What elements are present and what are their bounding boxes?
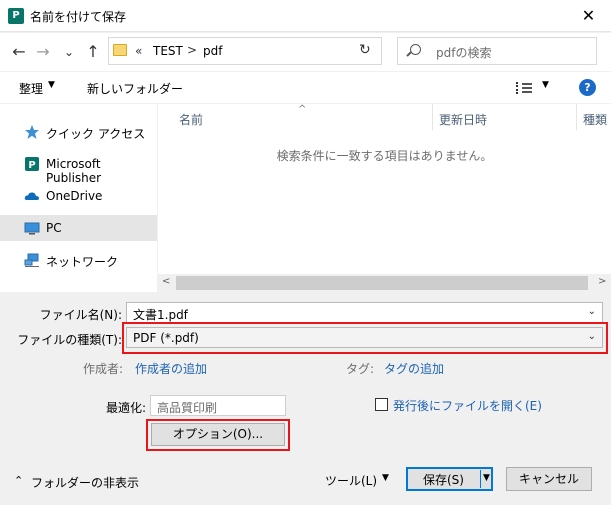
sidebar-item-microsoft-publisher[interactable]: P Microsoft Publisher [0, 151, 157, 185]
sidebar-item-label: PC [46, 221, 62, 235]
back-arrow-icon[interactable]: ← [10, 43, 28, 61]
svg-text:P: P [28, 160, 35, 171]
organize-dropdown-icon[interactable]: ▼ [48, 80, 55, 90]
scroll-left-icon[interactable]: < [162, 276, 170, 287]
optimize-select[interactable]: 高品質印刷 [150, 395, 286, 416]
filetype-label: ファイルの種類(T): [17, 333, 122, 347]
sidebar-item-pc[interactable]: PC [0, 215, 157, 241]
file-list-pane: ^ 名前 更新日時 種類 検索条件に一致する項目はありません。 < > [158, 104, 611, 292]
command-toolbar: 整理 ▼ 新しいフォルダー ▼ ? [0, 72, 611, 104]
empty-results-message: 検索条件に一致する項目はありません。 [276, 149, 493, 163]
filetype-dropdown-icon[interactable]: ⌄ [588, 331, 596, 342]
filename-input[interactable]: 文書1.pdf ⌄ [126, 302, 603, 323]
help-icon[interactable]: ? [579, 79, 596, 96]
column-divider[interactable] [432, 104, 433, 130]
column-divider[interactable] [576, 104, 577, 130]
pc-icon [24, 222, 40, 235]
options-button[interactable]: オプション(O)... [151, 423, 285, 446]
recent-locations-chevron-icon[interactable]: ⌄ [60, 43, 78, 61]
horizontal-scrollbar[interactable]: < > [158, 274, 611, 292]
add-tags-link[interactable]: タグの追加 [384, 360, 444, 377]
filename-label: ファイル名(N): [39, 308, 122, 322]
sidebar-item-network[interactable]: ネットワーク [0, 247, 157, 273]
refresh-icon[interactable]: ↻ [359, 42, 371, 58]
scroll-right-icon[interactable]: > [598, 276, 606, 287]
publisher-icon: P [25, 157, 39, 171]
title-bar: P 名前を付けて保存 ✕ [0, 0, 611, 32]
sort-ascending-icon: ^ [298, 104, 307, 115]
cloud-icon [24, 192, 39, 200]
sidebar-item-label: Microsoft Publisher [46, 157, 102, 185]
filename-history-dropdown-icon[interactable]: ⌄ [588, 306, 596, 317]
view-dropdown-icon[interactable]: ▼ [542, 80, 549, 90]
breadcrumb-separator-icon[interactable]: > [187, 43, 197, 57]
window-title: 名前を付けて保存 [30, 10, 127, 24]
forward-arrow-icon[interactable]: → [34, 43, 52, 61]
cancel-button[interactable]: キャンセル [506, 467, 592, 491]
view-details-icon[interactable] [516, 82, 532, 94]
search-input[interactable]: pdfの検索 [397, 37, 597, 65]
sidebar-item-quick-access[interactable]: クイック アクセス [0, 119, 157, 145]
tools-button[interactable]: ツール(L) [325, 472, 377, 489]
optimize-value: 高品質印刷 [157, 401, 218, 415]
network-icon [24, 253, 39, 267]
breadcrumb-overflow-icon[interactable]: « [135, 44, 142, 58]
hide-folders-button[interactable]: フォルダーの非表示 [31, 474, 139, 491]
sidebar-item-label: ネットワーク [46, 255, 119, 269]
search-placeholder: pdfの検索 [436, 46, 492, 60]
sidebar-item-label: OneDrive [46, 189, 103, 203]
author-label: 作成者: [82, 362, 123, 376]
scrollbar-thumb[interactable] [176, 276, 588, 290]
save-split-button[interactable]: 保存(S) ▼ [406, 467, 493, 491]
star-icon [25, 125, 39, 139]
organize-button[interactable]: 整理 [19, 80, 43, 97]
navigation-pane: クイック アクセス P Microsoft Publisher OneDrive… [0, 104, 157, 292]
open-after-publish-label[interactable]: 発行後にファイルを開く(E) [393, 397, 542, 414]
column-header-type[interactable]: 種類 [583, 111, 607, 128]
publisher-app-icon: P [8, 8, 24, 24]
up-arrow-icon[interactable]: ↑ [84, 43, 102, 61]
column-header-name[interactable]: 名前 [179, 111, 203, 128]
save-button[interactable]: 保存(S) [407, 471, 480, 488]
split-divider [480, 470, 481, 488]
column-header-modified[interactable]: 更新日時 [439, 111, 487, 128]
tools-dropdown-icon[interactable]: ▼ [382, 473, 389, 483]
filename-value: 文書1.pdf [133, 308, 188, 322]
hide-folders-chevron-icon[interactable]: ⌃ [14, 474, 23, 487]
sidebar-item-onedrive[interactable]: OneDrive [0, 183, 157, 209]
add-author-link[interactable]: 作成者の追加 [135, 360, 207, 377]
new-folder-button[interactable]: 新しいフォルダー [87, 80, 183, 97]
close-button[interactable]: ✕ [566, 0, 611, 32]
address-bar[interactable]: « TEST > pdf ↻ [108, 37, 382, 65]
filetype-select[interactable]: PDF (*.pdf) ⌄ [126, 327, 603, 348]
open-after-publish-checkbox[interactable] [375, 398, 388, 411]
search-icon [410, 44, 421, 55]
sidebar-item-label: クイック アクセス [46, 127, 146, 141]
tags-label: タグ: [345, 362, 374, 376]
breadcrumb-item-pdf[interactable]: pdf [203, 44, 222, 58]
optimize-label: 最適化: [105, 401, 146, 415]
navigation-bar: ← → ⌄ ↑ « TEST > pdf ↻ pdfの検索 [0, 33, 611, 71]
breadcrumb-item-test[interactable]: TEST [153, 44, 183, 58]
filetype-value: PDF (*.pdf) [133, 331, 199, 345]
folder-icon [113, 44, 127, 56]
save-options-dropdown-icon[interactable]: ▼ [483, 473, 490, 483]
